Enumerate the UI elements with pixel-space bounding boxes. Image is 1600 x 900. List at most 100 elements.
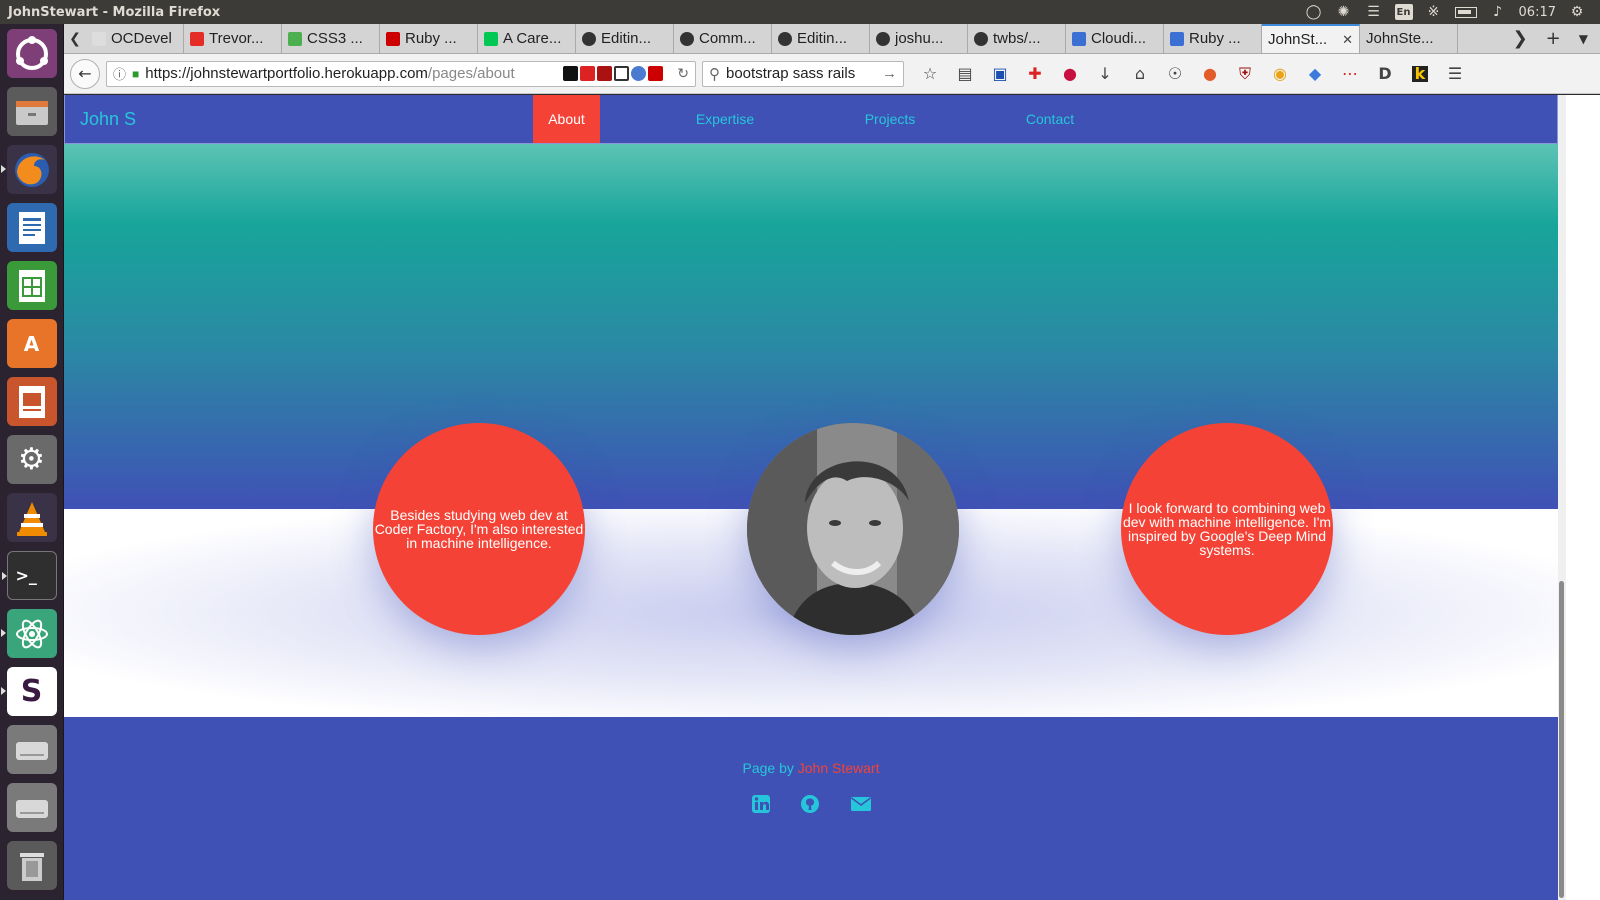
browser-tab[interactable]: A Care... xyxy=(478,24,576,53)
dots-addon-icon[interactable]: ⋯ xyxy=(1342,64,1358,83)
drive-icon[interactable] xyxy=(6,783,57,832)
libreoffice-calc-icon[interactable] xyxy=(6,261,57,310)
tab-label: Cloudi... xyxy=(1091,30,1147,47)
list-all-tabs-icon[interactable]: ▼ xyxy=(1579,32,1588,46)
search-icon: ⚲ xyxy=(709,65,720,83)
nav-link-about[interactable]: About xyxy=(533,95,600,143)
about-left-text: Besides studying web dev at Coder Factor… xyxy=(374,507,584,551)
volume-icon[interactable]: ♪ xyxy=(1489,4,1507,20)
github-favicon-icon xyxy=(778,31,792,46)
libreoffice-writer-icon[interactable] xyxy=(6,203,57,252)
pocket-icon[interactable]: ☉ xyxy=(1167,64,1183,83)
ubuntu-dash-icon[interactable] xyxy=(6,29,57,78)
browser-tab[interactable]: Ruby ... xyxy=(380,24,478,53)
browser-tab[interactable]: OCDevel xyxy=(86,24,184,53)
site-info-icon[interactable]: ⓘ xyxy=(113,64,126,83)
duckduckgo-icon[interactable]: ● xyxy=(1202,64,1218,83)
close-tab-icon[interactable]: ✕ xyxy=(1342,32,1353,48)
tab-bar-tools: ❯ + ▼ xyxy=(1513,24,1600,53)
tab-label: Ruby ... xyxy=(1189,30,1241,47)
ublock-icon[interactable]: ⛨ xyxy=(1237,64,1253,83)
tab-label: Comm... xyxy=(699,30,756,47)
reader-list-icon[interactable]: ▤ xyxy=(957,64,973,83)
browser-tab[interactable]: JohnSte... xyxy=(1360,24,1458,53)
indicator-settings-icon[interactable]: ✺ xyxy=(1335,4,1353,20)
lock-icon[interactable]: ■ xyxy=(132,67,139,81)
browser-tab[interactable]: Trevor... xyxy=(184,24,282,53)
firefox-icon[interactable] xyxy=(0,145,57,194)
diamond-addon-icon[interactable]: ◆ xyxy=(1307,64,1323,83)
running-indicator xyxy=(0,629,6,637)
browser-tab[interactable]: Editin... xyxy=(772,24,870,53)
tab-label: JohnSt... xyxy=(1268,31,1328,48)
slack-icon[interactable]: S xyxy=(0,667,57,716)
bootstrap-addon-icon[interactable] xyxy=(614,66,630,81)
pocket-red-icon[interactable]: ● xyxy=(1062,64,1078,83)
addon-icon[interactable] xyxy=(563,66,579,81)
bluetooth-icon[interactable]: ※ xyxy=(1425,4,1443,20)
tab-label: CSS3 ... xyxy=(307,30,363,47)
browser-tab[interactable]: Editin... xyxy=(576,24,674,53)
ruby-addon-icon[interactable] xyxy=(648,66,664,81)
addon-red-cross-icon[interactable]: ✚ xyxy=(1027,64,1043,83)
wifi-icon[interactable]: ☰ xyxy=(1365,4,1383,20)
reload-icon[interactable]: ↻ xyxy=(677,65,689,82)
power-gear-icon[interactable]: ⚙ xyxy=(1568,4,1586,20)
files-icon[interactable] xyxy=(6,87,57,136)
browser-tab[interactable]: Comm... xyxy=(674,24,772,53)
nav-link-projects[interactable]: Projects xyxy=(855,95,925,143)
tab-favicon xyxy=(484,31,498,46)
indicator-lightbulb-icon[interactable]: ◯ xyxy=(1305,4,1323,20)
nav-link-contact[interactable]: Contact xyxy=(1015,95,1085,143)
new-tab-icon[interactable]: + xyxy=(1546,28,1561,49)
terminal-icon[interactable]: >_ xyxy=(1,551,57,600)
download-icon[interactable]: ↓ xyxy=(1097,64,1113,83)
system-settings-icon[interactable]: ⚙ xyxy=(6,435,57,484)
browser-tab[interactable]: CSS3 ... xyxy=(282,24,380,53)
search-bar[interactable]: ⚲ bootstrap sass rails → xyxy=(702,60,904,87)
trash-icon[interactable] xyxy=(6,841,57,890)
search-input[interactable]: bootstrap sass rails xyxy=(726,65,855,82)
addon-icon[interactable] xyxy=(597,66,613,81)
linkedin-icon[interactable] xyxy=(751,794,771,814)
browser-tab[interactable]: Ruby ... xyxy=(1164,24,1262,53)
bookmark-star-icon[interactable]: ☆ xyxy=(922,64,938,83)
colorful-addon-icon[interactable]: ◉ xyxy=(1272,64,1288,83)
author-link[interactable]: John Stewart xyxy=(798,760,880,776)
browser-tab-active[interactable]: JohnSt... ✕ xyxy=(1262,24,1360,53)
drive-icon[interactable] xyxy=(6,725,57,774)
site-brand[interactable]: John S xyxy=(80,109,136,130)
page-scrollbar[interactable] xyxy=(1558,95,1566,900)
search-go-icon[interactable]: → xyxy=(882,65,897,82)
github-icon[interactable] xyxy=(800,794,820,814)
browser-tab[interactable]: joshu... xyxy=(870,24,968,53)
tab-label: Editin... xyxy=(797,30,848,47)
home-icon[interactable]: ⌂ xyxy=(1132,64,1148,83)
url-bar[interactable]: ⓘ ■ https://johnstewartportfolio.herokua… xyxy=(106,60,696,87)
about-right-circle: I look forward to combining web dev with… xyxy=(1121,423,1333,635)
vlc-icon[interactable] xyxy=(6,493,57,542)
email-icon[interactable] xyxy=(850,794,872,814)
tabs-scroll-left-icon[interactable]: ❮ xyxy=(64,24,86,53)
back-button-icon[interactable]: ← xyxy=(70,58,100,89)
d-addon-icon[interactable]: D xyxy=(1377,64,1393,83)
addon-icon[interactable] xyxy=(580,66,596,81)
keyboard-layout-indicator[interactable]: En xyxy=(1394,4,1413,20)
nav-link-expertise[interactable]: Expertise xyxy=(685,95,765,143)
url-text[interactable]: https://johnstewartportfolio.herokuapp.c… xyxy=(145,65,514,82)
hamburger-menu-icon[interactable]: ☰ xyxy=(1447,64,1463,83)
save-icon[interactable]: ▣ xyxy=(992,64,1008,83)
battery-icon[interactable] xyxy=(1454,6,1477,18)
libreoffice-impress-icon[interactable] xyxy=(6,377,57,426)
addon-icon[interactable] xyxy=(631,66,647,81)
k-addon-icon[interactable]: k xyxy=(1412,64,1428,83)
tabs-scroll-right-icon[interactable]: ❯ xyxy=(1513,28,1528,49)
ubuntu-software-icon[interactable]: A xyxy=(6,319,57,368)
browser-tab[interactable]: Cloudi... xyxy=(1066,24,1164,53)
scrollbar-thumb[interactable] xyxy=(1559,581,1564,898)
browser-tab[interactable]: twbs/... xyxy=(968,24,1066,53)
atom-icon[interactable] xyxy=(0,609,57,658)
window-title: JohnStewart - Mozilla Firefox xyxy=(8,4,221,20)
github-favicon-icon xyxy=(974,31,988,46)
clock[interactable]: 06:17 xyxy=(1519,5,1556,20)
